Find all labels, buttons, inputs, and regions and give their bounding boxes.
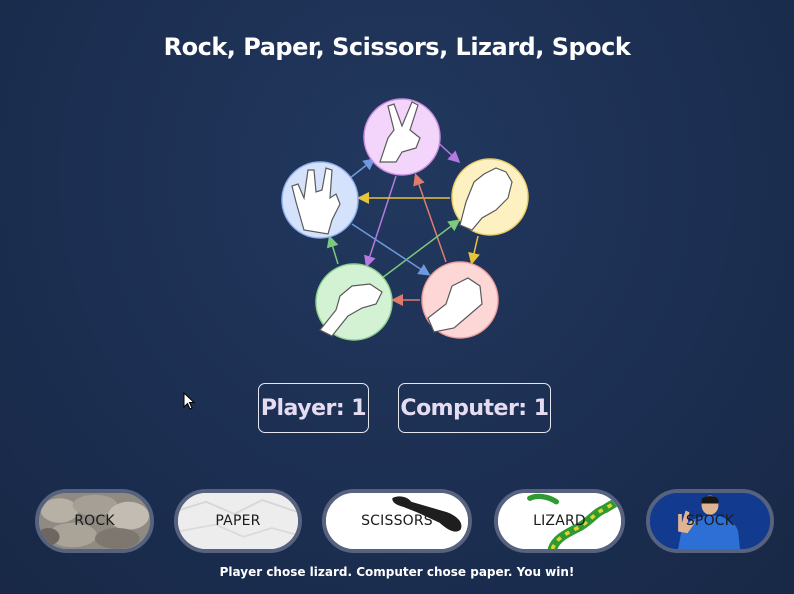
lizard-button-label: LIZARD bbox=[533, 513, 586, 529]
spock-button[interactable]: SPOCK bbox=[646, 489, 774, 553]
arrow-lizard-spock bbox=[326, 235, 339, 265]
scissors-button[interactable]: SCISSORS bbox=[322, 489, 472, 553]
scissors-button-label: SCISSORS bbox=[361, 513, 433, 529]
result-message: Player chose lizard. Computer chose pape… bbox=[219, 565, 575, 579]
node-spock bbox=[281, 161, 359, 239]
lizard-button[interactable]: LIZARD bbox=[494, 489, 625, 553]
rules-diagram bbox=[270, 90, 540, 350]
paper-button[interactable]: PAPER bbox=[174, 489, 302, 553]
node-paper bbox=[451, 158, 529, 236]
page-title: Rock, Paper, Scissors, Lizard, Spock bbox=[163, 33, 631, 61]
node-lizard bbox=[315, 263, 393, 341]
rock-button[interactable]: ROCK bbox=[35, 489, 154, 553]
node-rock bbox=[421, 261, 499, 339]
arrow-scissors-lizard bbox=[364, 175, 397, 268]
rules-diagram-svg bbox=[281, 98, 529, 341]
player-score: Player: 1 bbox=[258, 383, 369, 433]
spock-button-label: SPOCK bbox=[685, 513, 735, 529]
rock-button-label: ROCK bbox=[74, 513, 115, 529]
node-scissors bbox=[363, 98, 441, 176]
paper-button-label: PAPER bbox=[215, 513, 261, 529]
computer-score: Computer: 1 bbox=[398, 383, 551, 433]
arrow-spock-scissors bbox=[349, 158, 376, 179]
arrow-paper-rock bbox=[468, 235, 480, 265]
mouse-cursor-icon bbox=[183, 391, 196, 414]
